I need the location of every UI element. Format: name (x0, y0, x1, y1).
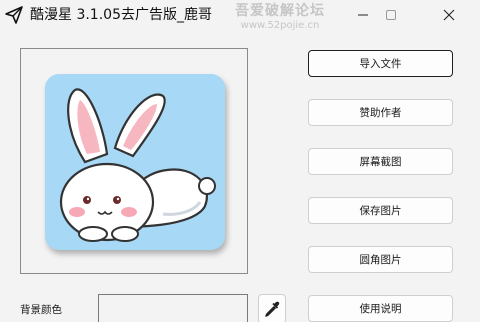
watermark: 吾爱破解论坛 www.52pojie.cn (215, 3, 345, 39)
maximize-icon (386, 10, 396, 20)
background-color-field[interactable] (98, 294, 248, 322)
import-file-button[interactable]: 导入文件 (308, 50, 453, 77)
instructions-button[interactable]: 使用说明 (308, 295, 453, 322)
close-icon (443, 9, 455, 21)
save-image-button[interactable]: 保存图片 (308, 197, 453, 224)
watermark-line2: www.52pojie.cn (240, 20, 320, 31)
maximize-button[interactable] (368, 0, 414, 30)
title-bar: 酷漫星 3.1.05去广告版_鹿哥 吾爱破解论坛 www.52pojie.cn (0, 0, 480, 31)
window-title: 酷漫星 3.1.05去广告版_鹿哥 (30, 7, 212, 23)
sponsor-author-button[interactable]: 赞助作者 (308, 99, 453, 126)
screenshot-button[interactable]: 屏幕截图 (308, 148, 453, 175)
image-preview-frame (20, 48, 248, 274)
background-color-label: 背景颜色 (20, 304, 62, 316)
watermark-line1: 吾爱破解论坛 (235, 3, 325, 19)
preview-image (45, 74, 225, 250)
bunny-illustration (59, 88, 216, 242)
paper-plane-icon (5, 6, 23, 24)
close-button[interactable] (426, 0, 472, 30)
rounded-image-button[interactable]: 圆角图片 (308, 246, 453, 273)
color-picker-button[interactable] (258, 294, 286, 322)
eyedropper-icon (265, 301, 280, 317)
